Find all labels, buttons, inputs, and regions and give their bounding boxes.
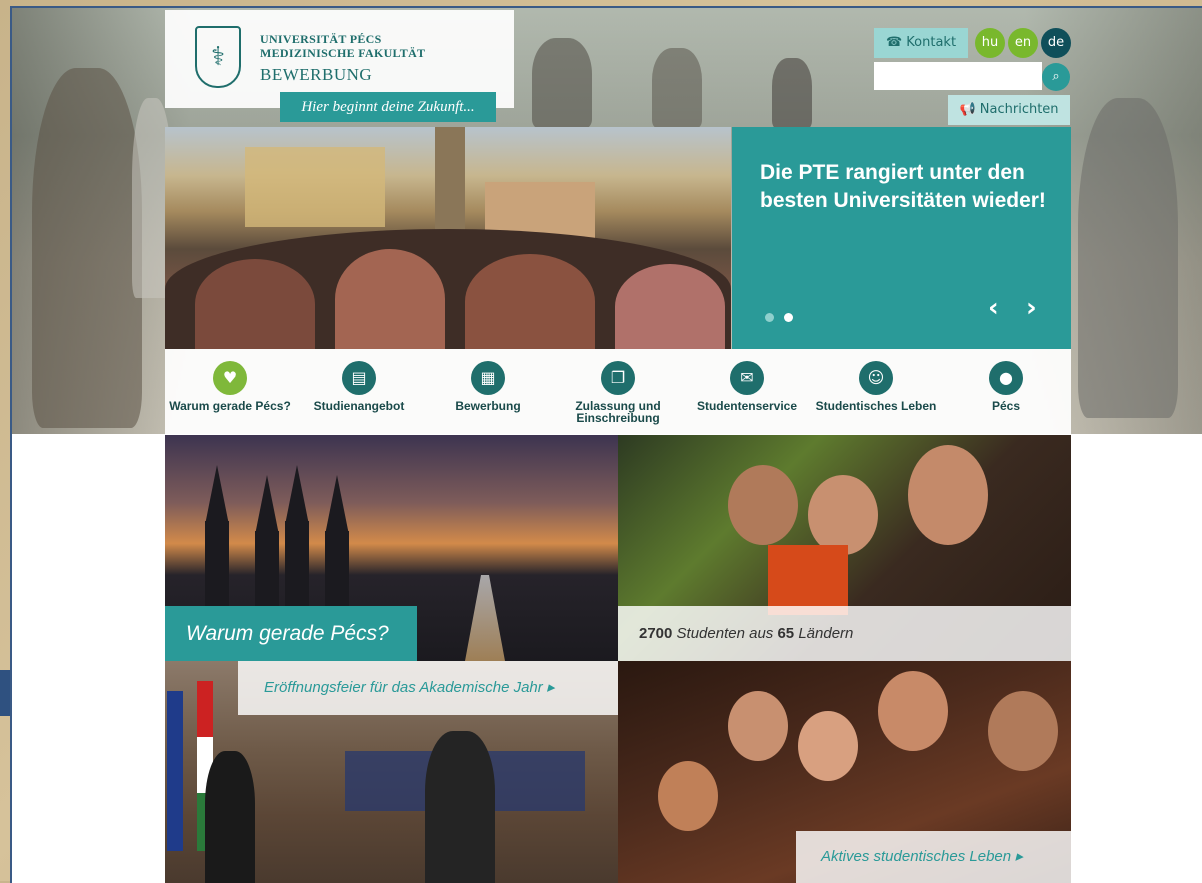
- nav-label: Bewerbung: [455, 399, 521, 413]
- slider-dot-1[interactable]: [765, 313, 774, 322]
- book-icon: ▤: [342, 361, 376, 395]
- tile-warum-pecs[interactable]: Warum gerade Pécs?: [165, 435, 618, 661]
- nav-label: Pécs: [991, 399, 1021, 413]
- students-count: 2700: [639, 625, 673, 642]
- slider-title[interactable]: Die PTE rangiert unter den besten Univer…: [760, 159, 1050, 215]
- slider-photo[interactable]: [165, 127, 731, 349]
- speaker: [205, 751, 255, 883]
- nav-label: Zulassung und Einschreibung: [575, 399, 661, 425]
- nav-item-studentisches-leben[interactable]: ☺ Studentisches Leben: [811, 361, 941, 412]
- university-name-line1: UNIVERSITÄT PÉCS: [260, 32, 382, 46]
- news-label: Nachrichten: [979, 102, 1059, 117]
- slider-next-icon[interactable]: ›: [1026, 293, 1037, 323]
- language-hu-button[interactable]: hu: [975, 28, 1005, 58]
- search-input[interactable]: [874, 62, 1042, 90]
- tile-student-life-label: Aktives studentisches Leben ▸: [796, 831, 1071, 883]
- building-image: [245, 147, 385, 227]
- nav-label: Studienangebot: [313, 399, 405, 413]
- students-text: Studenten aus: [676, 625, 774, 642]
- main-navigation: ♥ Warum gerade Pécs? ▤ Studienangebot ▦ …: [165, 349, 1071, 435]
- tile-ceremony[interactable]: Eröffnungsfeier für das Akademische Jahr…: [165, 661, 618, 883]
- audience-member: [425, 731, 495, 883]
- nav-label: Studentisches Leben: [815, 399, 937, 413]
- tile-student-life[interactable]: Aktives studentisches Leben ▸: [618, 661, 1071, 883]
- student-face: [808, 475, 878, 555]
- document-icon: ▦: [471, 361, 505, 395]
- nav-item-bewerbung[interactable]: ▦ Bewerbung: [423, 361, 553, 412]
- nav-item-zulassung[interactable]: ❐ Zulassung und Einschreibung: [553, 361, 683, 424]
- heart-icon: ♥: [213, 361, 247, 395]
- contact-button[interactable]: ☎ Kontakt: [874, 28, 968, 58]
- tile-students-label: 2700 Studenten aus 65 Ländern: [618, 606, 1071, 661]
- phone-icon: ☎: [885, 35, 903, 50]
- megaphone-icon: 📢: [959, 102, 976, 117]
- light-trails: [465, 575, 505, 661]
- student-face: [988, 691, 1058, 771]
- column-image: [435, 127, 465, 237]
- language-en-button[interactable]: en: [1008, 28, 1038, 58]
- student-face: [728, 691, 788, 761]
- nav-item-pecs[interactable]: ● Pécs: [941, 361, 1071, 412]
- nav-item-studentenservice[interactable]: ✉ Studentenservice: [682, 361, 812, 412]
- university-name: UNIVERSITÄT PÉCS MEDIZINISCHE FAKULTÄT: [260, 32, 425, 60]
- news-button[interactable]: 📢 Nachrichten: [948, 95, 1070, 125]
- users-icon: ☺: [859, 361, 893, 395]
- nav-label: Studentenservice: [696, 399, 798, 413]
- section-title: BEWERBUNG: [260, 65, 373, 84]
- university-name-line2: MEDIZINISCHE FAKULTÄT: [260, 46, 426, 60]
- copy-icon: ❐: [601, 361, 635, 395]
- nav-item-warum-pecs[interactable]: ♥ Warum gerade Pécs?: [165, 361, 295, 412]
- student-face: [798, 711, 858, 781]
- tile-ceremony-label: Eröffnungsfeier für das Akademische Jahr…: [238, 661, 618, 715]
- university-crest-icon: ⚕: [195, 26, 241, 88]
- gift-icon: ✉: [730, 361, 764, 395]
- slider-prev-icon[interactable]: ‹: [988, 293, 999, 323]
- tile-students[interactable]: 2700 Studenten aus 65 Ländern: [618, 435, 1071, 661]
- student-face: [658, 761, 718, 831]
- language-de-button[interactable]: de: [1041, 28, 1071, 58]
- student-face: [878, 671, 948, 751]
- nav-label: Warum gerade Pécs?: [169, 399, 291, 413]
- student-face: [728, 465, 798, 545]
- eu-flag: [167, 691, 183, 851]
- countries-count: 65: [777, 625, 795, 642]
- search-icon[interactable]: ⌕: [1042, 63, 1070, 91]
- browser-page: ⚕ UNIVERSITÄT PÉCS MEDIZINISCHE FAKULTÄT…: [10, 6, 1202, 883]
- slogan-banner: Hier beginnt deine Zukunft...: [280, 92, 496, 122]
- nav-item-studienangebot[interactable]: ▤ Studienangebot: [294, 361, 424, 412]
- map-pin-icon: ●: [989, 361, 1023, 395]
- slider-caption-panel: Die PTE rangiert unter den besten Univer…: [732, 127, 1071, 349]
- contact-label: Kontakt: [906, 35, 957, 50]
- tile-warum-pecs-label: Warum gerade Pécs?: [165, 606, 417, 661]
- countries-text: Ländern: [798, 625, 854, 642]
- slider-dot-2[interactable]: [784, 313, 793, 322]
- student-clothes: [768, 545, 848, 615]
- student-face: [908, 445, 988, 545]
